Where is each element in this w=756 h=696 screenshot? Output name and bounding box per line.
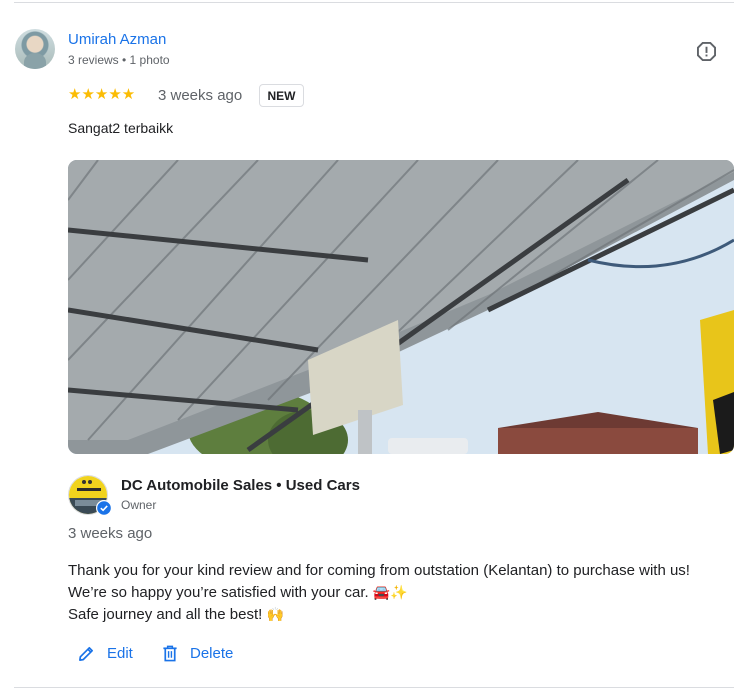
review-text: Sangat2 terbaikk (68, 120, 174, 136)
trash-icon (163, 645, 177, 661)
bottom-divider (14, 687, 734, 688)
car-sparkles-emoji: 🚘✨ (372, 585, 408, 601)
reply-line-3: Safe journey and all the best! 🙌 (68, 606, 284, 623)
reply-line-1: Thank you for your kind review and for c… (68, 562, 690, 579)
reply-time: 3 weeks ago (68, 525, 153, 542)
delete-reply-button[interactable]: Delete (162, 642, 233, 664)
review-photo[interactable] (68, 160, 734, 454)
raised-hands-emoji: 🙌 (266, 607, 284, 623)
edit-label: Edit (107, 644, 133, 662)
pencil-icon (79, 646, 94, 661)
reply-line-2: We’re so happy you’re satisfied with you… (68, 584, 408, 601)
flag-icon[interactable] (697, 42, 716, 61)
reviewer-avatar[interactable] (15, 29, 55, 69)
reviewer-meta: 3 reviews • 1 photo (68, 53, 170, 67)
owner-reply-text: Thank you for your kind review and for c… (68, 560, 690, 626)
edit-reply-button[interactable]: Edit (78, 642, 133, 664)
review-time: 3 weeks ago (158, 87, 243, 104)
verified-check-icon (96, 500, 112, 516)
owner-name[interactable]: DC Automobile Sales • Used Cars (121, 477, 360, 494)
delete-label: Delete (190, 644, 234, 662)
reviewer-name[interactable]: Umirah Azman (68, 31, 166, 48)
top-divider (14, 2, 734, 3)
star-rating: ★★★★★ (68, 86, 136, 103)
new-badge: NEW (259, 84, 304, 107)
owner-role: Owner (121, 498, 157, 512)
